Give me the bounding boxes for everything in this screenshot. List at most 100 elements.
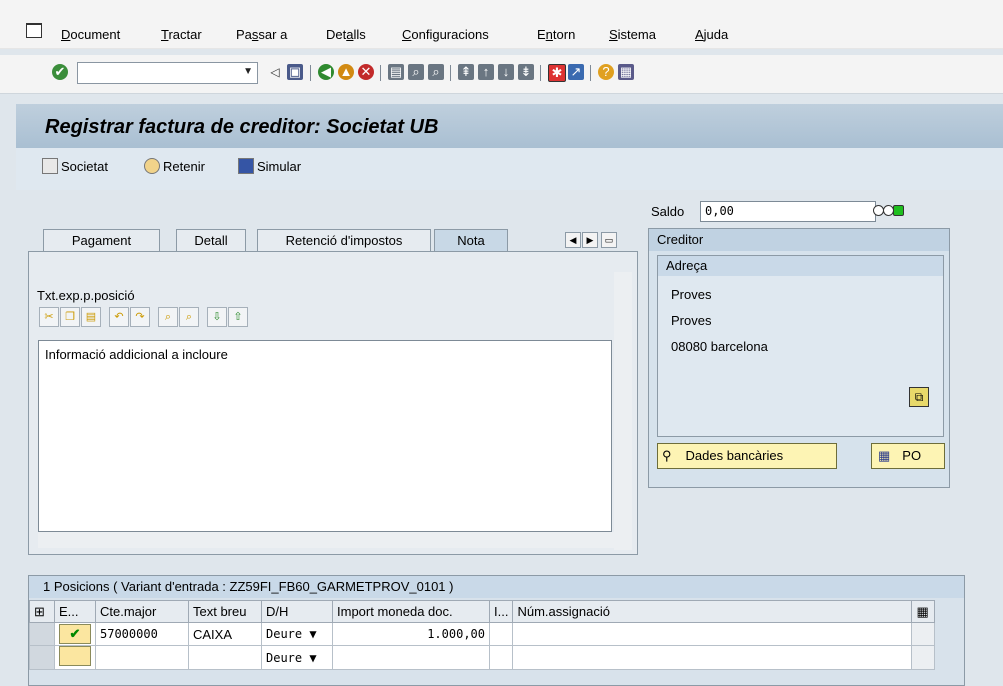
column-header[interactable]: Text breu: [188, 600, 262, 623]
shortcut-icon[interactable]: ↗: [568, 64, 584, 80]
status-cell: [54, 645, 96, 670]
text-cell[interactable]: [188, 645, 262, 670]
amount-cell[interactable]: 1.000,00: [332, 622, 490, 646]
application-toolbar: Societat Retenir Simular: [16, 148, 1003, 190]
cancel-icon[interactable]: ✕: [358, 64, 374, 80]
exit-icon[interactable]: ▲: [338, 64, 354, 80]
find-icon[interactable]: ⌕: [408, 64, 424, 80]
note-text: Informació addicional a incloure: [45, 347, 228, 362]
light-green-icon: [893, 205, 904, 216]
find-next-icon[interactable]: ⌕: [179, 307, 199, 327]
menu-sistema[interactable]: Sistema: [609, 27, 656, 42]
menu-tractar[interactable]: Tractar: [161, 27, 202, 42]
horizontal-scrollbar[interactable]: [38, 532, 614, 548]
vertical-scrollbar[interactable]: [614, 272, 632, 550]
collapse-icon[interactable]: ◁: [267, 64, 283, 80]
table-row[interactable]: ✔ 57000000 CAIXA Deure ▼ 1.000,00: [29, 622, 936, 646]
scroll-cell: [911, 622, 936, 646]
bank-icon: ⚲: [662, 448, 672, 463]
menu-passar-a[interactable]: Passar a: [236, 27, 287, 42]
po-table-icon: ▦: [878, 448, 891, 463]
menu-system-icon[interactable]: [26, 23, 42, 38]
societat-button[interactable]: Societat: [42, 158, 108, 174]
row-selector[interactable]: [29, 645, 55, 670]
tab-pagament[interactable]: Pagament: [43, 229, 160, 252]
menu-configuracions[interactable]: Configuracions: [402, 27, 489, 42]
note-text-editor[interactable]: Informació addicional a incloure: [38, 340, 612, 532]
column-header[interactable]: E...: [54, 600, 96, 623]
previous-page-icon[interactable]: ↑: [478, 64, 494, 80]
simular-button[interactable]: Simular: [238, 158, 301, 174]
column-header[interactable]: I...: [488, 600, 514, 623]
redo-icon[interactable]: ↷: [130, 307, 150, 327]
find-next-icon[interactable]: ⌕: [428, 64, 444, 80]
tab-nota-label: Nota: [457, 233, 485, 248]
column-header[interactable]: D/H: [261, 600, 333, 623]
tab-scroll-left-icon[interactable]: ◀: [565, 232, 581, 248]
select-all-icon[interactable]: ⊞: [29, 600, 55, 623]
menu-ajuda[interactable]: Ajuda: [695, 27, 728, 42]
column-header[interactable]: Cte.major: [95, 600, 189, 623]
paste-icon[interactable]: ▤: [81, 307, 101, 327]
tab-detall-label: Detall: [194, 233, 228, 248]
tab-scroll-right-icon[interactable]: ▶: [582, 232, 598, 248]
i-cell[interactable]: [488, 622, 514, 646]
row-selector[interactable]: [29, 622, 55, 646]
address-header: Adreça: [658, 256, 943, 276]
help-icon[interactable]: ?: [598, 64, 614, 80]
tab-detall[interactable]: Detall: [176, 229, 246, 252]
new-session-icon[interactable]: ✱: [548, 64, 566, 82]
i-cell[interactable]: [488, 645, 514, 670]
chevron-down-icon[interactable]: ▼: [309, 627, 316, 641]
address-panel: Adreça Proves Proves 08080 barcelona ⧉: [657, 255, 944, 437]
copy-icon[interactable]: ❐: [60, 307, 80, 327]
amount-cell[interactable]: [332, 645, 490, 670]
tab-list-icon[interactable]: ▭: [601, 232, 617, 248]
text-cell[interactable]: CAIXA: [188, 622, 262, 646]
enter-icon[interactable]: ✔: [52, 64, 68, 80]
scroll-cell: [911, 645, 936, 670]
table-row[interactable]: Deure ▼: [29, 645, 936, 670]
address-detail-icon[interactable]: ⧉: [909, 387, 929, 407]
undo-icon[interactable]: ↶: [109, 307, 129, 327]
menu-document[interactable]: Document: [61, 27, 120, 42]
last-page-icon[interactable]: ⇟: [518, 64, 534, 80]
assignment-cell[interactable]: [512, 622, 913, 646]
import-icon[interactable]: ⇩: [207, 307, 227, 327]
table-settings-icon[interactable]: ▦: [911, 600, 936, 623]
tab-nota[interactable]: Nota: [434, 229, 508, 252]
bank-details-label: Dades bancàries: [685, 448, 784, 463]
assignment-cell[interactable]: [512, 645, 913, 670]
menu-detalls[interactable]: Detalls: [326, 27, 366, 42]
checkmark-icon: ✔: [59, 624, 91, 644]
menu-bar: Document Tractar Passar a Detalls Config…: [0, 0, 1003, 49]
menu-entorn[interactable]: Entorn: [537, 27, 575, 42]
note-label: Txt.exp.p.posició: [37, 288, 135, 303]
first-page-icon[interactable]: ⇞: [458, 64, 474, 80]
retenir-button[interactable]: Retenir: [144, 158, 205, 174]
bank-details-button[interactable]: ⚲ Dades bancàries: [657, 443, 837, 469]
tab-retencio-impostos[interactable]: Retenció d'impostos: [257, 229, 431, 252]
print-icon[interactable]: ▤: [388, 64, 404, 80]
back-icon[interactable]: ◀: [318, 64, 334, 80]
separator: [540, 65, 541, 81]
next-page-icon[interactable]: ↓: [498, 64, 514, 80]
account-cell[interactable]: [95, 645, 189, 670]
command-field[interactable]: ▼: [77, 62, 258, 84]
cut-icon[interactable]: ✂: [39, 307, 59, 327]
column-header[interactable]: Núm.assignació: [512, 600, 913, 623]
chevron-down-icon[interactable]: ▼: [309, 651, 316, 665]
chevron-down-icon[interactable]: ▼: [243, 66, 253, 77]
dh-cell[interactable]: Deure ▼: [261, 645, 333, 670]
export-icon[interactable]: ⇧: [228, 307, 248, 327]
address-line-3: 08080 barcelona: [671, 339, 768, 354]
account-cell[interactable]: 57000000: [95, 622, 189, 646]
po-button[interactable]: ▦ PO: [871, 443, 945, 469]
save-icon[interactable]: ▣: [287, 64, 303, 80]
dh-cell[interactable]: Deure ▼: [261, 622, 333, 646]
positions-table: ⊞ E... Cte.major Text breu D/H Import mo…: [29, 600, 936, 670]
layout-menu-icon[interactable]: ▦: [618, 64, 634, 80]
column-header[interactable]: Import moneda doc.: [332, 600, 490, 623]
standard-toolbar: ✔ ▼ ◁ ▣ ◀ ▲ ✕ ▤ ⌕ ⌕ ⇞ ↑ ↓ ⇟ ✱ ↗ ? ▦: [0, 55, 1003, 94]
find-icon[interactable]: ⌕: [158, 307, 178, 327]
